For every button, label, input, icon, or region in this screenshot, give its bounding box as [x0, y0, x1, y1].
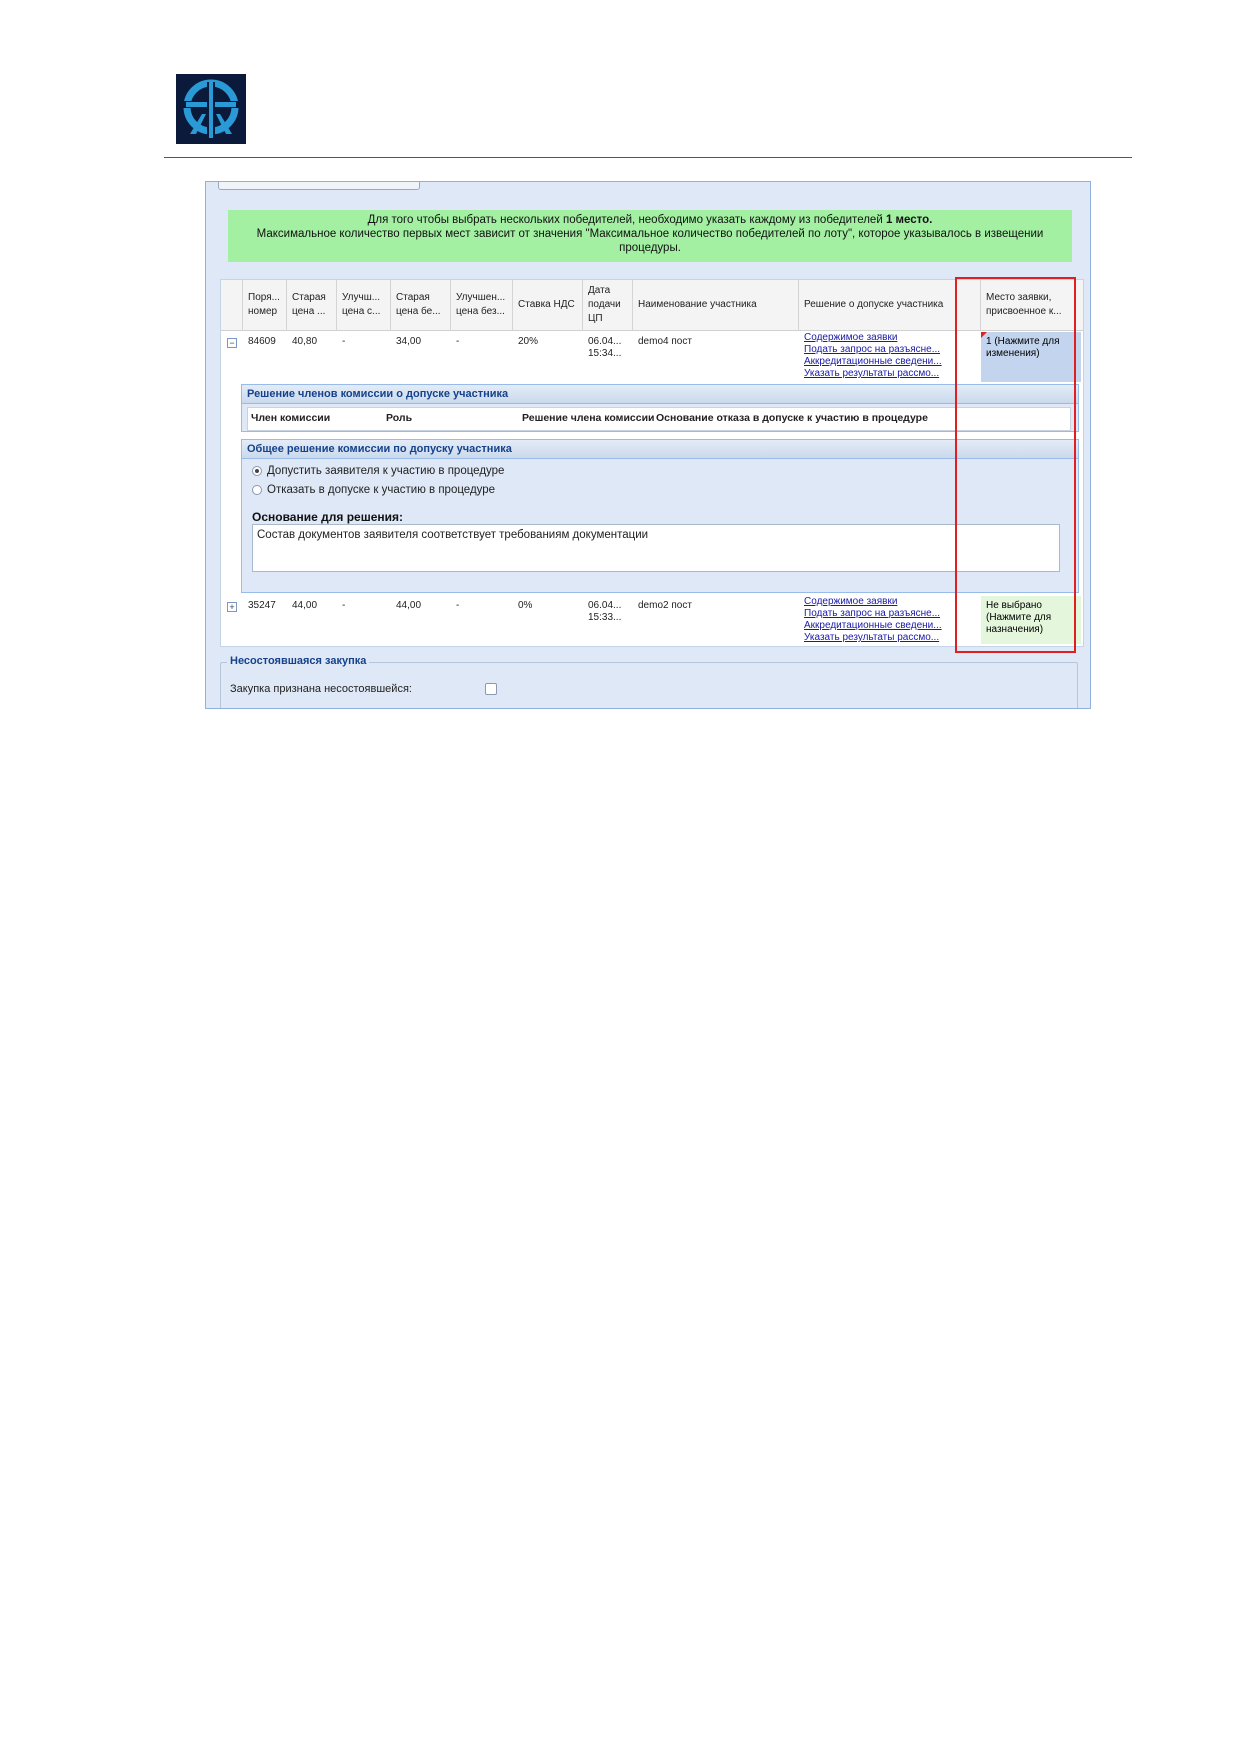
members-panel-title: Решение членов комиссии о допуске участн…: [242, 385, 1078, 404]
row1-participant: demo4 пост: [638, 336, 692, 347]
failed-purchase-checkbox[interactable]: [485, 683, 497, 695]
row1-date: 06.04... 15:34...: [588, 336, 622, 359]
radio-refuse[interactable]: Отказать в допуске к участию в процедуре: [252, 484, 495, 496]
col-member[interactable]: Член комиссии: [251, 412, 330, 424]
grid-header: Поря... номер Старая цена ... Улучш... ц…: [221, 280, 1083, 331]
link-accreditation-info[interactable]: Аккредитационные сведени...: [804, 356, 944, 368]
link-application-content[interactable]: Содержимое заявки: [804, 332, 944, 344]
link-review-results[interactable]: Указать результаты рассмо...: [804, 632, 944, 644]
highlight-frame: [955, 277, 1076, 653]
failed-purchase-fieldset: Несостоявшаяся закупка Закупка признана …: [220, 655, 1078, 708]
row2-number: 35247: [248, 600, 276, 611]
row1-improved-price-novat: -: [456, 336, 460, 347]
row1-links: Содержимое заявки Подать запрос на разъя…: [804, 332, 944, 380]
row2-old-price-novat: 44,00: [396, 600, 422, 611]
failed-purchase-label: Закупка признана несостоявшейся:: [230, 683, 412, 695]
failed-purchase-legend: Несостоявшаяся закупка: [227, 655, 370, 667]
row2-participant: demo2 пост: [638, 600, 692, 611]
row2-old-price: 44,00: [292, 600, 318, 611]
row2-links: Содержимое заявки Подать запрос на разъя…: [804, 596, 944, 644]
col-member-decision[interactable]: Решение члена комиссии: [522, 412, 655, 424]
link-application-content[interactable]: Содержимое заявки: [804, 596, 944, 608]
company-logo: [176, 74, 246, 144]
reason-label: Основание для решения:: [252, 510, 403, 524]
info-banner: Для того чтобы выбрать нескольких победи…: [228, 210, 1072, 262]
row2-vat: 0%: [518, 600, 533, 611]
link-accreditation-info[interactable]: Аккредитационные сведени...: [804, 620, 944, 632]
row1-improved-price: -: [342, 336, 346, 347]
col-date[interactable]: Дата подачи ЦП: [583, 280, 633, 330]
members-grid-header: Член комиссии Роль Решение члена комисси…: [247, 407, 1071, 431]
row-expand-icon[interactable]: +: [227, 602, 237, 612]
col-admission[interactable]: Решение о допуске участника: [799, 280, 981, 330]
row2-improved-price-novat: -: [456, 600, 460, 611]
col-refusal-reason[interactable]: Основание отказа в допуске к участию в п…: [656, 412, 928, 424]
row2-improved-price: -: [342, 600, 346, 611]
row1-old-price-novat: 34,00: [396, 336, 422, 347]
link-review-results[interactable]: Указать результаты рассмо...: [804, 368, 944, 380]
radio-unchecked-icon: [252, 485, 262, 495]
banner-line2: Максимальное количество первых мест зави…: [256, 228, 1044, 254]
top-control-stub[interactable]: [218, 182, 420, 190]
radio-checked-icon: [252, 466, 262, 476]
radio-admit[interactable]: Допустить заявителя к участию в процедур…: [252, 465, 504, 477]
col-expander: [221, 280, 243, 330]
members-decision-panel: Решение членов комиссии о допуске участн…: [241, 384, 1079, 432]
row2-date: 06.04... 15:33...: [588, 600, 622, 623]
col-improved-price-novat[interactable]: Улучшен... цена без...: [451, 280, 513, 330]
col-old-price-novat[interactable]: Старая цена бе...: [391, 280, 451, 330]
common-decision-panel: Общее решение комиссии по допуску участн…: [241, 439, 1079, 593]
row1-number: 84609: [248, 336, 276, 347]
link-clarification-request[interactable]: Подать запрос на разъясне...: [804, 608, 944, 620]
col-role[interactable]: Роль: [386, 412, 412, 424]
col-vat[interactable]: Ставка НДС: [513, 280, 583, 330]
col-old-price[interactable]: Старая цена ...: [287, 280, 337, 330]
reason-textarea[interactable]: Состав документов заявителя соответствуе…: [252, 524, 1060, 572]
col-participant[interactable]: Наименование участника: [633, 280, 799, 330]
common-panel-title: Общее решение комиссии по допуску участн…: [242, 440, 1078, 459]
col-improved-price[interactable]: Улучш... цена с...: [337, 280, 391, 330]
row1-vat: 20%: [518, 336, 539, 347]
link-clarification-request[interactable]: Подать запрос на разъясне...: [804, 344, 944, 356]
col-number[interactable]: Поря... номер: [243, 280, 287, 330]
banner-line1: Для того чтобы выбрать нескольких победи…: [367, 214, 933, 226]
header-divider: [164, 157, 1132, 158]
row-collapse-icon[interactable]: −: [227, 338, 237, 348]
row1-old-price: 40,80: [292, 336, 318, 347]
